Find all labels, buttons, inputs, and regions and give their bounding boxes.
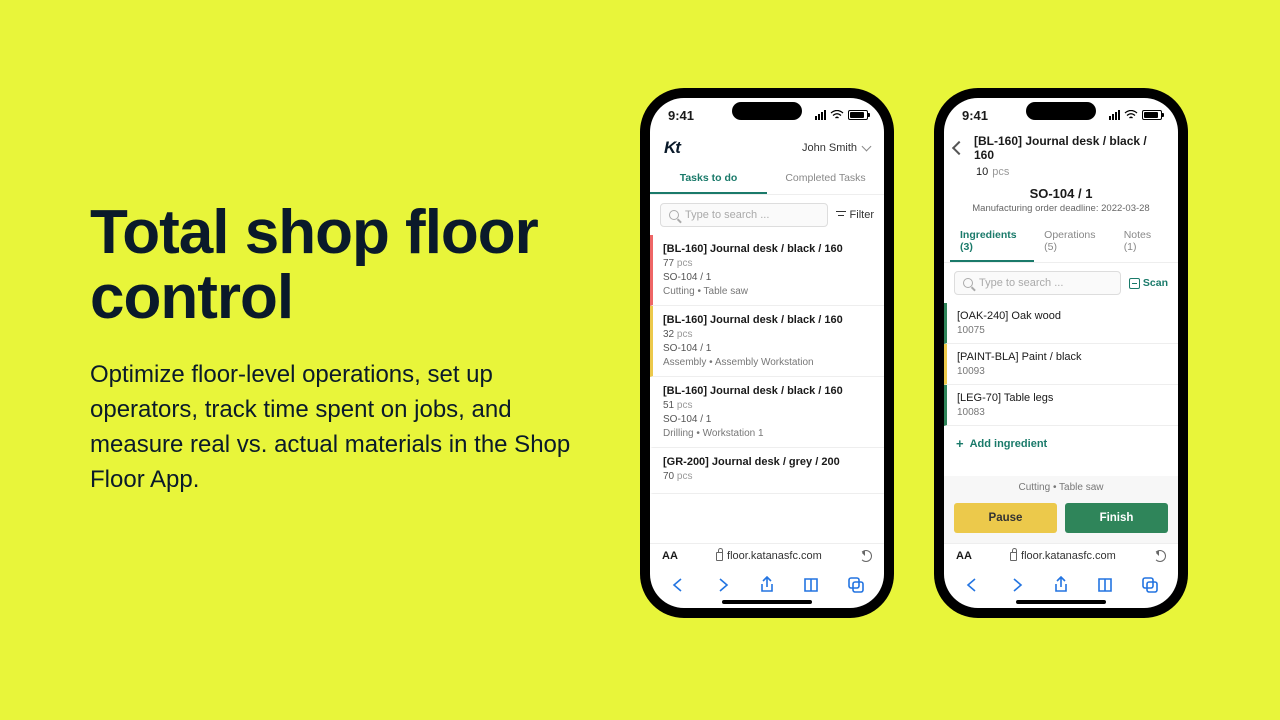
battery-icon (1142, 110, 1162, 120)
tabs-icon[interactable] (847, 576, 865, 594)
tab-tasks-todo[interactable]: Tasks to do (650, 164, 767, 194)
wifi-icon (1124, 110, 1138, 120)
nav-forward-icon[interactable] (714, 576, 732, 594)
filter-button[interactable]: Filter (836, 209, 874, 221)
detail-so: SO-104 / 1 (944, 184, 1178, 203)
bookmarks-icon[interactable] (1096, 576, 1114, 594)
search-input[interactable]: Type to search ... (954, 271, 1121, 295)
search-icon (963, 278, 973, 288)
phone-notch (1026, 102, 1096, 120)
ingredient-row[interactable]: [PAINT-BLA] Paint / black 10093 (944, 344, 1178, 385)
ingredient-row[interactable]: [LEG-70] Table legs 10083 (944, 385, 1178, 426)
filter-icon (836, 211, 846, 219)
action-buttons: Pause Finish (944, 497, 1178, 543)
task-row[interactable]: [BL-160] Journal desk / black / 160 77 p… (650, 235, 884, 306)
share-icon[interactable] (758, 576, 776, 594)
status-time: 9:41 (668, 108, 694, 123)
browser-toolbar (650, 568, 884, 598)
hero-section: Total shop floor control Optimize floor-… (90, 200, 580, 497)
hero-body: Optimize floor-level operations, set up … (90, 358, 580, 497)
url-text: floor.katanasfc.com (727, 550, 822, 562)
signal-icon (815, 110, 826, 120)
pause-button[interactable]: Pause (954, 503, 1057, 533)
text-size-button[interactable]: AA (662, 550, 678, 562)
task-list: [BL-160] Journal desk / black / 160 77 p… (650, 235, 884, 543)
browser-url-bar[interactable]: AA floor.katanasfc.com (650, 543, 884, 568)
scan-button[interactable]: Scan (1129, 277, 1168, 289)
wifi-icon (830, 110, 844, 120)
tab-operations[interactable]: Operations (5) (1034, 222, 1114, 262)
user-name: John Smith (802, 142, 857, 154)
hero-title: Total shop floor control (90, 200, 580, 330)
add-ingredient-button[interactable]: + Add ingredient (944, 426, 1178, 461)
task-row[interactable]: [BL-160] Journal desk / black / 160 32 p… (650, 306, 884, 377)
bookmarks-icon[interactable] (802, 576, 820, 594)
tab-notes[interactable]: Notes (1) (1114, 222, 1172, 262)
task-row[interactable]: [BL-160] Journal desk / black / 160 51 p… (650, 377, 884, 448)
tab-ingredients[interactable]: Ingredients (3) (950, 222, 1034, 262)
share-icon[interactable] (1052, 576, 1070, 594)
task-row[interactable]: [GR-200] Journal desk / grey / 200 70 pc… (650, 448, 884, 494)
browser-toolbar (944, 568, 1178, 598)
lock-icon (716, 552, 723, 561)
phone-mockup-tasks: 9:41 Kt John Smith Tasks to do Completed… (640, 88, 894, 618)
nav-back-icon[interactable] (963, 576, 981, 594)
search-icon (669, 210, 679, 220)
app-logo: Kt (664, 138, 680, 158)
phone-mockup-detail: 9:41 [BL-160] Journal desk / black / 160… (934, 88, 1188, 618)
search-input[interactable]: Type to search ... (660, 203, 828, 227)
tabs-bar: Tasks to do Completed Tasks (650, 164, 884, 195)
detail-deadline: Manufacturing order deadline: 2022-03-28 (944, 203, 1178, 222)
search-placeholder: Type to search ... (979, 277, 1063, 289)
chevron-down-icon (862, 142, 872, 152)
status-time: 9:41 (962, 108, 988, 123)
tab-tasks-completed[interactable]: Completed Tasks (767, 164, 884, 194)
phone-notch (732, 102, 802, 120)
detail-tabs: Ingredients (3) Operations (5) Notes (1) (944, 222, 1178, 263)
detail-qty: 10pcs (944, 164, 1178, 184)
scan-icon (1129, 278, 1140, 289)
battery-icon (848, 110, 868, 120)
detail-title: [BL-160] Journal desk / black / 160 (974, 134, 1164, 162)
signal-icon (1109, 110, 1120, 120)
back-button[interactable] (952, 141, 966, 155)
lock-icon (1010, 552, 1017, 561)
nav-back-icon[interactable] (669, 576, 687, 594)
tabs-icon[interactable] (1141, 576, 1159, 594)
text-size-button[interactable]: AA (956, 550, 972, 562)
ingredient-row[interactable]: [OAK-240] Oak wood 10075 (944, 303, 1178, 344)
browser-url-bar[interactable]: AA floor.katanasfc.com (944, 543, 1178, 568)
home-indicator (722, 600, 812, 604)
reload-icon[interactable] (860, 550, 872, 562)
finish-button[interactable]: Finish (1065, 503, 1168, 533)
ingredient-list: [OAK-240] Oak wood 10075 [PAINT-BLA] Pai… (944, 303, 1178, 476)
current-operation: Cutting • Table saw (944, 476, 1178, 497)
user-menu[interactable]: John Smith (802, 142, 870, 154)
reload-icon[interactable] (1154, 550, 1166, 562)
url-text: floor.katanasfc.com (1021, 550, 1116, 562)
nav-forward-icon[interactable] (1008, 576, 1026, 594)
home-indicator (1016, 600, 1106, 604)
plus-icon: + (956, 436, 964, 451)
search-placeholder: Type to search ... (685, 209, 769, 221)
